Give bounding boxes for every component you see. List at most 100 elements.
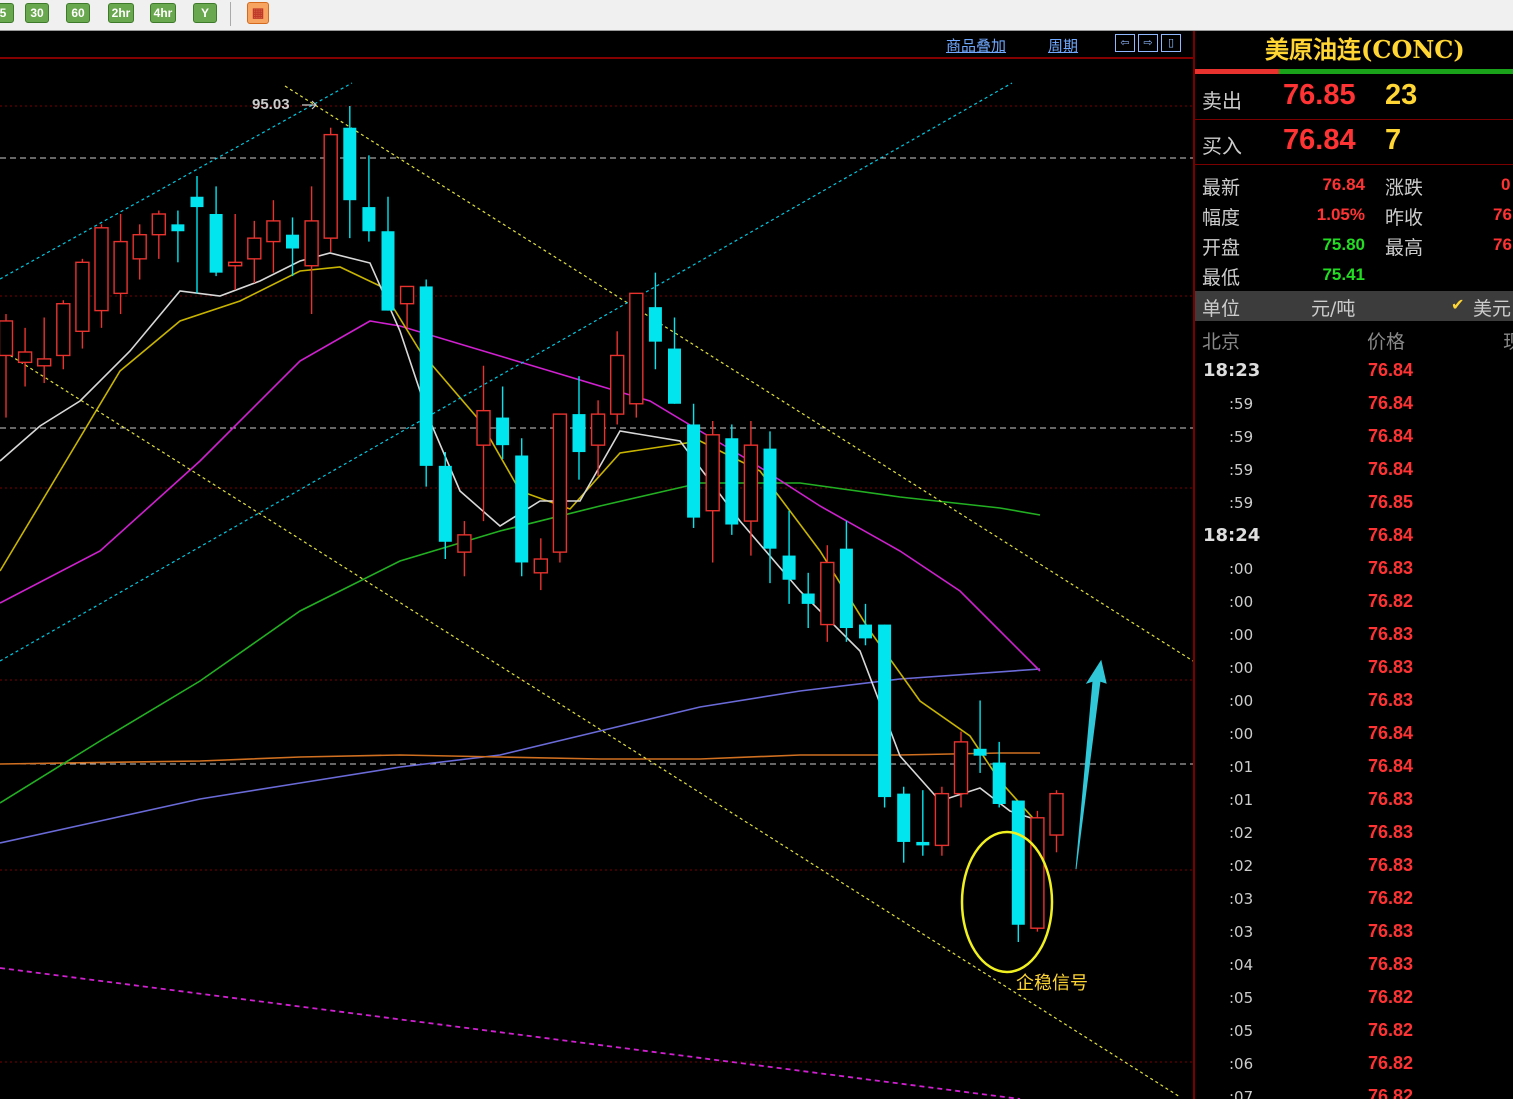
tick-time: :06	[1229, 1055, 1254, 1073]
candle	[0, 314, 14, 418]
tick-time: :00	[1229, 593, 1254, 611]
unit-value: 元/吨	[1311, 298, 1356, 320]
buy-pressure-bar	[1279, 69, 1513, 74]
tick-price: 76.84	[1367, 426, 1413, 446]
candle	[1011, 800, 1025, 942]
open-label: 开盘	[1202, 237, 1241, 259]
candle	[1030, 810, 1045, 932]
ask-price: 76.85	[1283, 79, 1356, 111]
period-2hr-button[interactable]: 2hr	[108, 3, 134, 23]
candle	[323, 127, 338, 252]
candle	[17, 327, 33, 387]
candle	[897, 786, 911, 863]
toolbar-divider	[230, 2, 231, 26]
candle	[801, 572, 815, 629]
quote-panel: 美原油连(CONC) 卖出 76.85 23 买入 76.84 7 最新 76.…	[1193, 31, 1513, 1099]
tick-time: :00	[1229, 725, 1254, 743]
amplitude-label: 幅度	[1202, 207, 1241, 229]
bid-volume: 7	[1385, 124, 1402, 156]
ticks-time-header: 北京	[1202, 331, 1241, 353]
period-toolbar: 5 30 60 2hr 4hr Y ▦	[0, 0, 1513, 31]
candle	[725, 424, 739, 535]
tick-time: :00	[1229, 626, 1254, 644]
candle	[782, 510, 796, 604]
prev-close-value: 76	[1493, 205, 1512, 224]
candle	[515, 438, 529, 577]
grid-icon[interactable]: ▦	[247, 2, 269, 24]
tick-time: :05	[1229, 1022, 1254, 1040]
tick-time: :07	[1229, 1088, 1254, 1099]
period-4hr-button[interactable]: 4hr	[150, 3, 176, 23]
candle	[629, 292, 644, 418]
candle	[476, 365, 491, 522]
candle	[934, 786, 950, 856]
tick-time: :59	[1229, 428, 1254, 446]
period-5-button[interactable]: 5	[0, 3, 14, 23]
tick-price: 76.83	[1367, 921, 1413, 941]
overlay-commodity-link[interactable]: 商品叠加	[946, 35, 1006, 56]
bid-price: 76.84	[1283, 124, 1356, 156]
channel-cyan-top	[0, 82, 353, 280]
tick-time: :03	[1229, 923, 1254, 941]
period-link[interactable]: 周期	[1048, 35, 1078, 56]
candle	[209, 186, 223, 277]
tick-time: :00	[1229, 659, 1254, 677]
low-value: 75.41	[1322, 265, 1365, 284]
high-value: 76	[1493, 235, 1512, 254]
currency-label[interactable]: 美元	[1473, 294, 1511, 321]
tick-time: :59	[1229, 494, 1254, 512]
ask-row[interactable]: 卖出 76.85 23	[1195, 76, 1513, 120]
period-y-button[interactable]: Y	[193, 3, 217, 23]
period-30-button[interactable]: 30	[25, 3, 49, 23]
bid-label: 买入	[1202, 134, 1242, 158]
tick-time: :00	[1229, 560, 1254, 578]
channel-lower-line	[0, 348, 1181, 1098]
tick-time: :02	[1229, 824, 1254, 842]
channel-cyan-mid	[0, 82, 1013, 662]
tick-price: 76.85	[1367, 492, 1413, 512]
scroll-right-icon[interactable]: ⇨	[1138, 34, 1158, 52]
bid-row[interactable]: 买入 76.84 7	[1195, 121, 1513, 165]
candle	[227, 213, 243, 290]
high-marker-arrow	[302, 100, 317, 110]
tick-price: 76.84	[1367, 756, 1413, 776]
candle	[362, 155, 376, 242]
kline-chart-svg	[0, 57, 1193, 1099]
change-label: 涨跌	[1385, 177, 1424, 199]
period-60-button[interactable]: 60	[66, 3, 90, 23]
tick-time: 18:24	[1203, 525, 1261, 546]
tick-price: 76.82	[1367, 888, 1413, 908]
unit-label: 单位	[1202, 298, 1241, 320]
candle	[419, 279, 433, 487]
tick-price: 76.83	[1367, 822, 1413, 842]
kline-chart[interactable]: 商品叠加 周期 ⇦ ⇨ ▯ 95.03 企稳信号	[0, 31, 1193, 1099]
candle	[916, 790, 930, 856]
currency-check-icon[interactable]: ✔	[1451, 295, 1464, 314]
unit-row: 单位 元/吨 ✔ 美元	[1195, 291, 1513, 321]
high-label: 最高	[1385, 237, 1424, 259]
tick-time: :02	[1229, 857, 1254, 875]
ask-volume: 23	[1385, 79, 1418, 111]
tick-price: 76.84	[1367, 360, 1413, 380]
candles-layer	[0, 106, 1064, 942]
candle	[438, 452, 452, 560]
change-value: 0	[1501, 175, 1511, 194]
ticks-header: 北京 价格 现	[1195, 323, 1513, 355]
ticks-extra-header: 现	[1503, 327, 1513, 354]
candle	[94, 224, 109, 328]
high-price-label: 95.03	[252, 96, 290, 113]
candle	[381, 196, 395, 311]
candle	[190, 176, 204, 294]
tick-price: 76.83	[1367, 789, 1413, 809]
panel-toggle-icon[interactable]: ▯	[1161, 34, 1181, 52]
candle	[610, 331, 625, 425]
tick-price: 76.82	[1367, 591, 1413, 611]
candle	[973, 700, 987, 773]
tick-time: 18:23	[1203, 360, 1261, 381]
candle	[572, 376, 586, 480]
low-label: 最低	[1202, 267, 1241, 289]
rise-arrow	[1075, 659, 1107, 870]
scroll-left-icon[interactable]: ⇦	[1115, 34, 1135, 52]
latest-value: 76.84	[1322, 175, 1365, 194]
candle	[1049, 790, 1064, 853]
